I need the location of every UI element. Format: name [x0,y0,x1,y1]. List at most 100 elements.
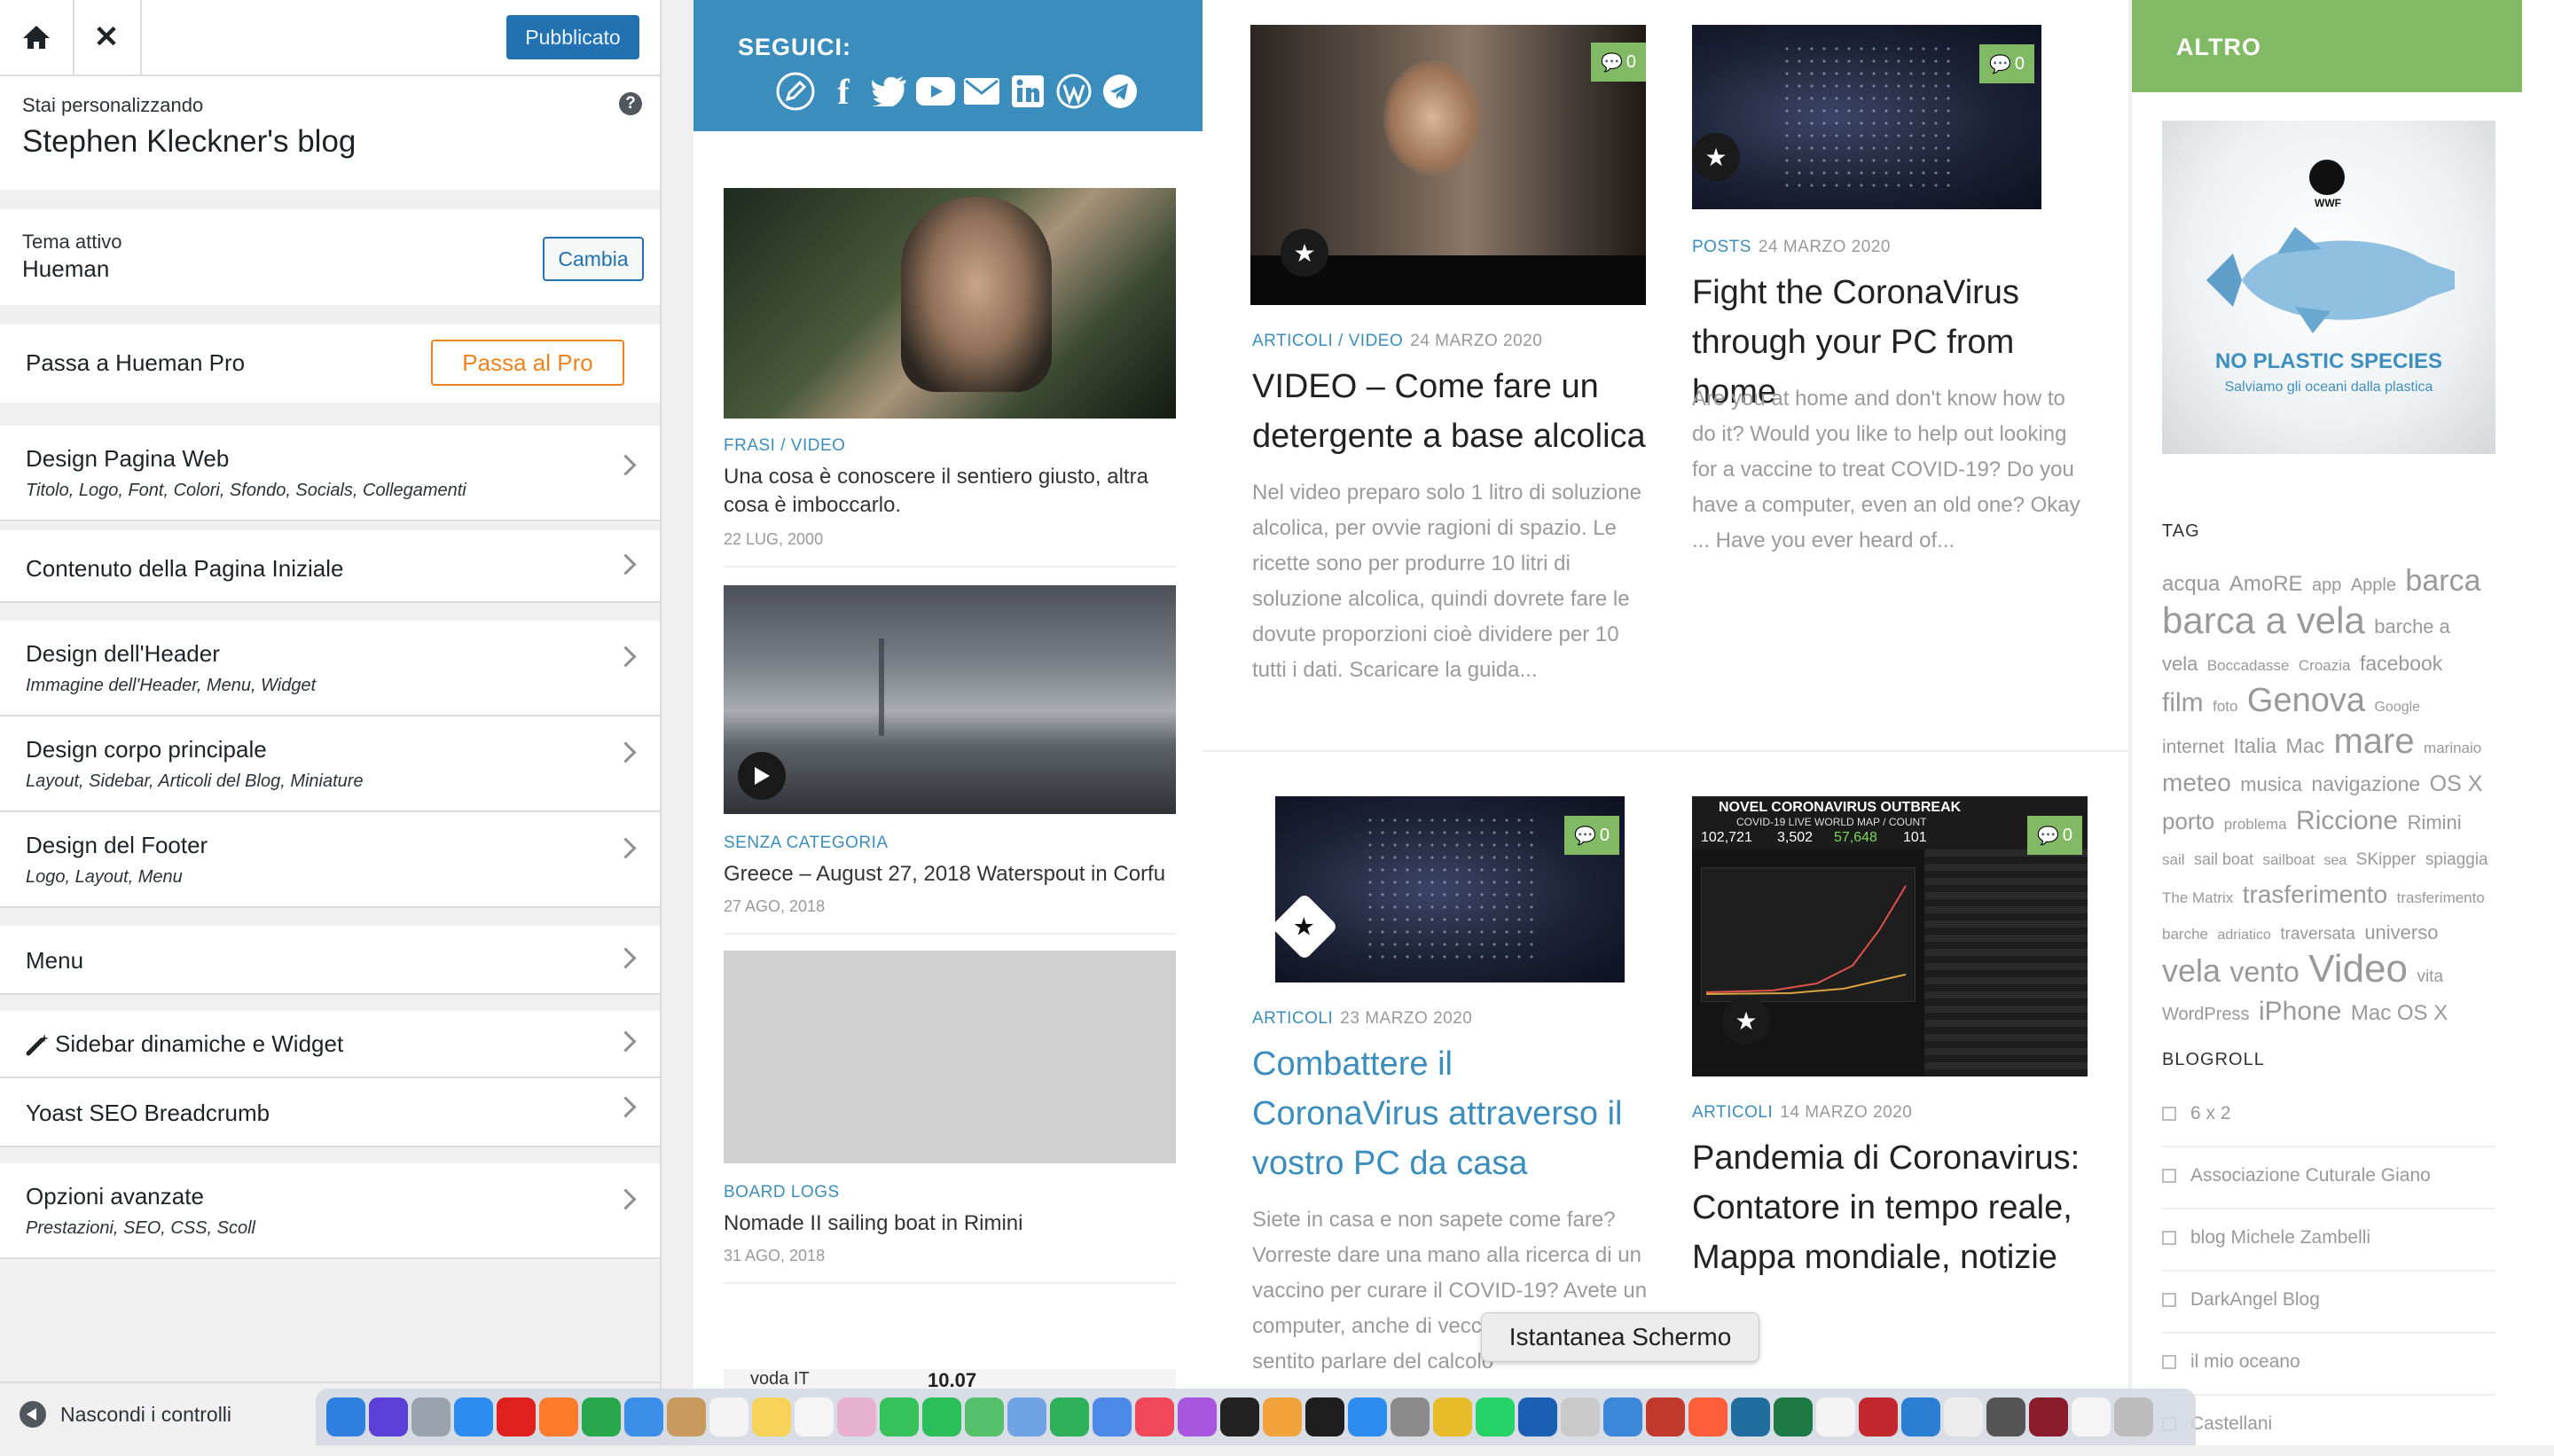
twitter-icon[interactable] [869,71,910,112]
change-theme-button[interactable]: Cambia [543,237,644,281]
tag-link[interactable]: adriatico [2217,928,2270,943]
tag-link[interactable]: The Matrix [2162,889,2233,906]
post-title[interactable]: Una cosa è conoscere il sentiero giusto,… [724,463,1176,520]
wwf-ad-banner[interactable]: WWF NO PLASTIC SPECIES Salviamo gli ocea… [2162,121,2495,454]
dock-app-launchpad-icon[interactable] [411,1397,450,1436]
tag-link[interactable]: vita [2417,967,2443,986]
post-category[interactable]: POSTS 24 MARZO 2020 [1692,238,1891,257]
tag-link[interactable]: Google [2374,700,2420,715]
dock-app-chrome-icon[interactable] [582,1397,621,1436]
dock-app-filezilla-icon[interactable] [1859,1397,1898,1436]
tag-link[interactable]: foto [2213,698,2237,715]
dock-app-firefox-dev-icon[interactable] [1688,1397,1727,1436]
post-category[interactable]: SENZA CATEGORIA [724,834,889,853]
dock-app-activity-icon[interactable] [1986,1397,2025,1436]
dock-app-books-icon[interactable] [1263,1397,1302,1436]
tag-link[interactable]: Riccione [2296,806,2398,835]
dock-app-reminders-icon[interactable] [795,1397,834,1436]
tag-link[interactable]: Mac [2286,734,2324,757]
dock-app-finder-icon[interactable] [326,1397,365,1436]
dock-app-messages-icon[interactable] [880,1397,919,1436]
dock-app-mail-icon[interactable] [624,1397,663,1436]
dock-app-notes-icon[interactable] [752,1397,791,1436]
publish-button[interactable]: Pubblicato [506,15,639,59]
help-icon[interactable]: ? [619,92,642,115]
comment-count-badge[interactable]: 💬 0 [2027,816,2082,855]
section-yoast-breadcrumb[interactable]: Yoast SEO Breadcrumb [0,1078,660,1147]
tag-link[interactable]: Boccadasse [2207,657,2290,674]
tag-link[interactable]: vela [2162,952,2221,989]
dock-app-calendar-icon[interactable] [709,1397,748,1436]
tag-link[interactable]: spiaggia [2425,850,2488,869]
dock-app-tv-icon[interactable] [1220,1397,1259,1436]
post-category[interactable]: FRASI / VIDEO [724,436,845,456]
telegram-icon[interactable] [1100,71,1140,112]
tag-link[interactable]: facebook [2360,652,2442,675]
section-design-pagina-web[interactable]: Design Pagina Web Titolo, Logo, Font, Co… [0,426,660,521]
dock-app-siri-icon[interactable] [369,1397,408,1436]
post-thumbnail-placeholder[interactable] [724,951,1176,1163]
linkedin-icon[interactable] [1007,71,1048,112]
tag-link[interactable]: OS X [2430,771,2483,796]
tag-link[interactable]: navigazione [2311,772,2420,795]
section-sidebar-widget[interactable]: Sidebar dinamiche e Widget [0,1011,660,1078]
dock-app-screenshot-icon[interactable] [1561,1397,1600,1436]
envelope-icon[interactable] [961,71,1002,112]
comment-count-badge[interactable]: 💬 0 [1591,43,1646,82]
dock-app-firefox-icon[interactable] [539,1397,578,1436]
post-thumbnail[interactable] [724,585,1176,814]
tag-link[interactable]: film [2162,688,2204,717]
dock-app-photos-icon[interactable] [837,1397,876,1436]
tag-link[interactable]: barca [2405,564,2480,598]
tag-link[interactable]: porto [2162,808,2214,834]
dock-app-system-preferences-icon[interactable] [1391,1397,1430,1436]
tag-link[interactable]: problema [2224,816,2287,833]
post-title[interactable]: Greece – August 27, 2018 Waterspout in C… [724,860,1176,888]
post-title[interactable]: Nomade II sailing boat in Rimini [724,1209,1176,1238]
dock-app-chrome-canary-icon[interactable] [1433,1397,1472,1436]
section-contenuto-pagina-iniziale[interactable]: Contenuto della Pagina Iniziale [0,530,660,603]
tag-link[interactable]: barca a vela [2162,599,2365,641]
blogroll-item[interactable]: blog Michele Zambelli [2162,1208,2495,1272]
tag-link[interactable]: WordPress [2162,1005,2250,1024]
blogroll-item[interactable]: Castellani [2162,1394,2495,1456]
tag-link[interactable]: meteo [2162,769,2231,796]
dock-app-music-icon[interactable] [1135,1397,1174,1436]
dock-app-preview-icon[interactable] [1007,1397,1046,1436]
post-thumbnail[interactable]: 💬 0 ★ [1275,796,1625,982]
dock-app-whatsapp-icon[interactable] [1476,1397,1515,1436]
tag-link[interactable]: Video [2308,947,2408,990]
dock-app-remote-desktop-icon[interactable] [1603,1397,1642,1436]
home-button[interactable] [0,0,74,74]
dock-app-terminal-icon[interactable] [1305,1397,1344,1436]
tag-link[interactable]: Mac OS X [2351,1001,2448,1025]
section-opzioni-avanzate[interactable]: Opzioni avanzate Prestazioni, SEO, CSS, … [0,1163,660,1259]
tag-link[interactable]: universo [2364,921,2438,943]
comment-count-badge[interactable]: 💬 0 [1979,44,2034,83]
dock-app-trash-icon[interactable] [2114,1397,2153,1436]
close-button[interactable]: ✕ [73,0,142,74]
dock-app-vs-code-icon[interactable] [1901,1397,1940,1436]
upgrade-pro-button[interactable]: Passa al Pro [431,340,624,386]
tag-link[interactable]: Apple [2351,575,2396,595]
tag-link[interactable]: sail boat [2194,850,2253,868]
dock-app-wireshark-icon[interactable] [1731,1397,1770,1436]
dock-app-keynote-icon[interactable] [1093,1397,1132,1436]
facebook-icon[interactable]: f [823,71,864,112]
post-category[interactable]: ARTICOLI 23 MARZO 2020 [1252,1009,1472,1029]
tag-link[interactable]: SKipper [2356,850,2417,869]
dock-app-safari-icon[interactable] [454,1397,493,1436]
section-design-corpo-principale[interactable]: Design corpo principale Layout, Sidebar,… [0,716,660,812]
tag-link[interactable]: Rimini [2408,811,2462,834]
tag-link[interactable]: musica [2240,773,2302,795]
post-thumbnail[interactable]: NOVEL CORONAVIRUS OUTBREAK COVID-19 LIVE… [1692,796,2088,1076]
tag-link[interactable]: sea [2324,853,2347,868]
youtube-icon[interactable] [915,71,956,112]
tag-link[interactable]: trasferimento [2243,881,2387,908]
blogroll-item[interactable]: Associazione Cuturale Giano [2162,1146,2495,1209]
dock-app-game-icon[interactable] [2029,1397,2068,1436]
section-design-footer[interactable]: Design del Footer Logo, Layout, Menu [0,812,660,908]
post-category[interactable]: BOARD LOGS [724,1183,840,1202]
dock-app-facetime-icon[interactable] [922,1397,961,1436]
dock-app-app-store-icon[interactable] [1348,1397,1387,1436]
